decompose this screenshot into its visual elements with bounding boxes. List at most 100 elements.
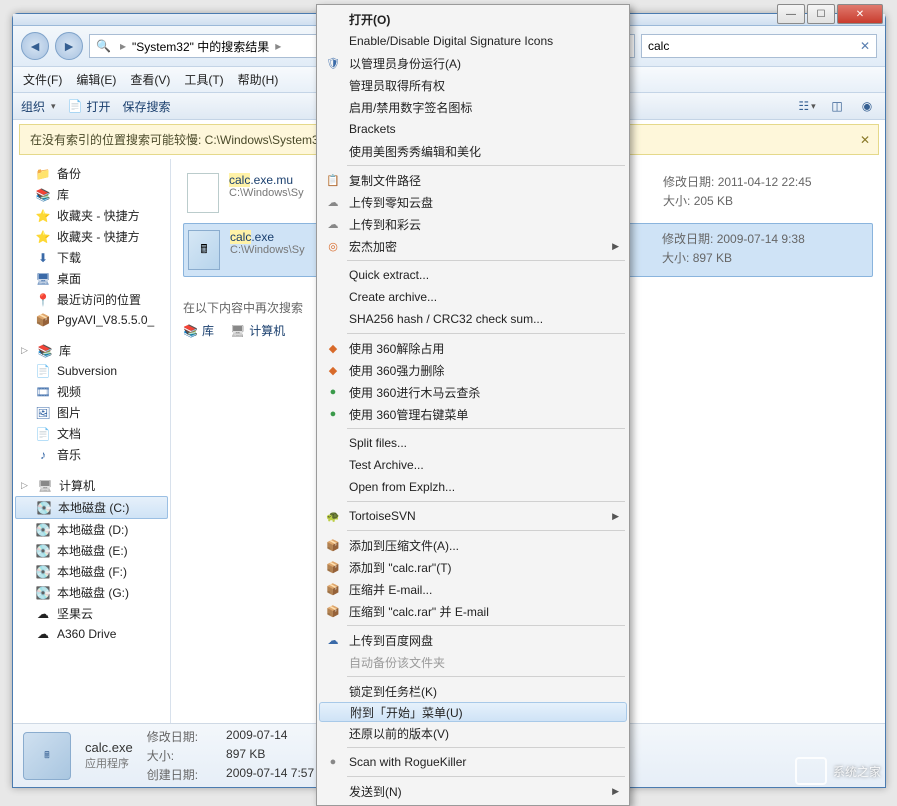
open-button[interactable]: 📄打开	[68, 98, 111, 115]
result-date-label: 修改日期:	[662, 232, 713, 246]
menu-item-label: 发送到(N)	[349, 783, 402, 800]
organize-button[interactable]: 组织	[21, 98, 56, 115]
nav-item[interactable]: ☁坚果云	[15, 603, 168, 624]
nav-libraries-header[interactable]: ▷📚库	[15, 340, 168, 361]
nav-item[interactable]: 📁备份	[15, 163, 168, 184]
menu-item-icon: 📦	[325, 581, 341, 597]
context-menu-item[interactable]: 🛡以管理员身份运行(A)	[319, 52, 627, 74]
context-menu-item[interactable]: 📦压缩并 E-mail...	[319, 578, 627, 600]
context-menu-item[interactable]: Brackets	[319, 118, 627, 140]
context-menu-item[interactable]: Create archive...	[319, 286, 627, 308]
close-button[interactable]: ✕	[837, 4, 883, 24]
context-menu-item[interactable]: 锁定到任务栏(K)	[319, 680, 627, 702]
clear-search-icon[interactable]: ✕	[860, 39, 870, 53]
nav-item[interactable]: 🖼图片	[15, 402, 168, 423]
menu-help[interactable]: 帮助(H)	[238, 71, 279, 88]
nav-item[interactable]: 📍最近访问的位置	[15, 289, 168, 310]
nav-item[interactable]: ☁A360 Drive	[15, 624, 168, 644]
context-menu-item[interactable]: 📦添加到压缩文件(A)...	[319, 534, 627, 556]
nav-computer-header[interactable]: ▷🖥计算机	[15, 475, 168, 496]
context-menu-item[interactable]: Split files...	[319, 432, 627, 454]
menu-item-label: TortoiseSVN	[349, 509, 416, 523]
menu-item-label: Split files...	[349, 436, 407, 450]
file-icon	[187, 173, 219, 213]
nav-item[interactable]: 💽本地磁盘 (F:)	[15, 561, 168, 582]
context-menu-item[interactable]: 打开(O)	[319, 8, 627, 30]
context-menu-item[interactable]: 🐢TortoiseSVN▶	[319, 505, 627, 527]
menu-separator	[347, 165, 625, 166]
nav-item-icon: ☁	[35, 626, 51, 642]
context-menu-item[interactable]: ◆使用 360强力删除	[319, 359, 627, 381]
context-menu-item[interactable]: 使用美图秀秀编辑和美化	[319, 140, 627, 162]
context-menu-item[interactable]: ●使用 360进行木马云查杀	[319, 381, 627, 403]
menu-item-icon: ☁	[325, 194, 341, 210]
nav-item-label: 本地磁盘 (E:)	[57, 542, 128, 559]
context-menu-item[interactable]: ☁上传到百度网盘	[319, 629, 627, 651]
nav-item[interactable]: 💽本地磁盘 (E:)	[15, 540, 168, 561]
menu-item-label: 压缩到 "calc.rar" 并 E-mail	[349, 603, 489, 620]
computer-icon: 🖥	[37, 478, 53, 494]
menu-file[interactable]: 文件(F)	[23, 71, 62, 88]
maximize-button[interactable]: ☐	[807, 4, 835, 24]
search-field[interactable]: calc ✕	[641, 34, 877, 58]
menu-view[interactable]: 查看(V)	[130, 71, 170, 88]
nav-item[interactable]: 📚库	[15, 184, 168, 205]
view-mode-button[interactable]: ☷	[797, 97, 817, 115]
context-menu-item[interactable]: 📋复制文件路径	[319, 169, 627, 191]
submenu-arrow-icon: ▶	[612, 241, 619, 252]
nav-item[interactable]: 💽本地磁盘 (D:)	[15, 519, 168, 540]
nav-back-button[interactable]: ◄	[21, 32, 49, 60]
nav-item-icon: ⬇	[35, 250, 51, 266]
context-menu-item[interactable]: ●使用 360管理右键菜单	[319, 403, 627, 425]
menu-item-label: 添加到压缩文件(A)...	[349, 537, 459, 554]
menu-separator	[347, 501, 625, 502]
result-date-label: 修改日期:	[663, 175, 714, 189]
menu-item-label: 还原以前的版本(V)	[349, 725, 449, 742]
context-menu-item[interactable]: Test Archive...	[319, 454, 627, 476]
search-again-computer[interactable]: 🖥计算机	[230, 322, 285, 339]
nav-item-label: 文档	[57, 425, 81, 442]
menu-edit[interactable]: 编辑(E)	[76, 71, 116, 88]
result-date-value: 2009-07-14 9:38	[717, 232, 805, 246]
context-menu-item[interactable]: 启用/禁用数字签名图标	[319, 96, 627, 118]
context-menu-item[interactable]: ◎宏杰加密▶	[319, 235, 627, 257]
search-results-icon: 🔍	[96, 39, 110, 53]
nav-forward-button[interactable]: ►	[55, 32, 83, 60]
nav-item[interactable]: 🎞视频	[15, 381, 168, 402]
nav-item[interactable]: 🖥桌面	[15, 268, 168, 289]
nav-item-icon: 📄	[35, 426, 51, 442]
context-menu-item[interactable]: ●Scan with RogueKiller	[319, 751, 627, 773]
context-menu-item[interactable]: 📦添加到 "calc.rar"(T)	[319, 556, 627, 578]
nav-item[interactable]: 📦PgyAVI_V8.5.5.0_	[15, 310, 168, 330]
minimize-button[interactable]: —	[777, 4, 805, 24]
context-menu-item[interactable]: 📦压缩到 "calc.rar" 并 E-mail	[319, 600, 627, 622]
context-menu-item[interactable]: ☁上传到零知云盘	[319, 191, 627, 213]
menu-item-label: 复制文件路径	[349, 172, 421, 189]
nav-item[interactable]: 💽本地磁盘 (C:)	[15, 496, 168, 519]
context-menu-item[interactable]: SHA256 hash / CRC32 check sum...	[319, 308, 627, 330]
context-menu-item[interactable]: 管理员取得所有权	[319, 74, 627, 96]
nav-item[interactable]: ♪音乐	[15, 444, 168, 465]
save-search-button[interactable]: 保存搜索	[123, 98, 171, 115]
nav-item[interactable]: 💽本地磁盘 (G:)	[15, 582, 168, 603]
nav-item[interactable]: ⭐收藏夹 - 快捷方	[15, 226, 168, 247]
nav-item[interactable]: 📄Subversion	[15, 361, 168, 381]
help-button[interactable]: ◉	[857, 97, 877, 115]
close-warning-icon[interactable]: ✕	[860, 133, 870, 147]
context-menu-item[interactable]: Enable/Disable Digital Signature Icons	[319, 30, 627, 52]
context-menu-item[interactable]: 发送到(N)▶	[319, 780, 627, 802]
context-menu-item[interactable]: 还原以前的版本(V)	[319, 722, 627, 744]
menu-tools[interactable]: 工具(T)	[184, 71, 223, 88]
context-menu-item[interactable]: 附到「开始」菜单(U)	[319, 702, 627, 722]
context-menu-item[interactable]: Quick extract...	[319, 264, 627, 286]
preview-pane-button[interactable]: ◫	[827, 97, 847, 115]
nav-item[interactable]: ⭐收藏夹 - 快捷方	[15, 205, 168, 226]
search-again-libraries[interactable]: 📚库	[183, 322, 214, 339]
context-menu-item[interactable]: ◆使用 360解除占用	[319, 337, 627, 359]
menu-item-icon: 🐢	[325, 508, 341, 524]
context-menu-item[interactable]: Open from Explzh...	[319, 476, 627, 498]
nav-item-label: 收藏夹 - 快捷方	[57, 207, 140, 224]
context-menu-item[interactable]: ☁上传到和彩云	[319, 213, 627, 235]
nav-item[interactable]: ⬇下载	[15, 247, 168, 268]
nav-item[interactable]: 📄 文档	[15, 423, 168, 444]
